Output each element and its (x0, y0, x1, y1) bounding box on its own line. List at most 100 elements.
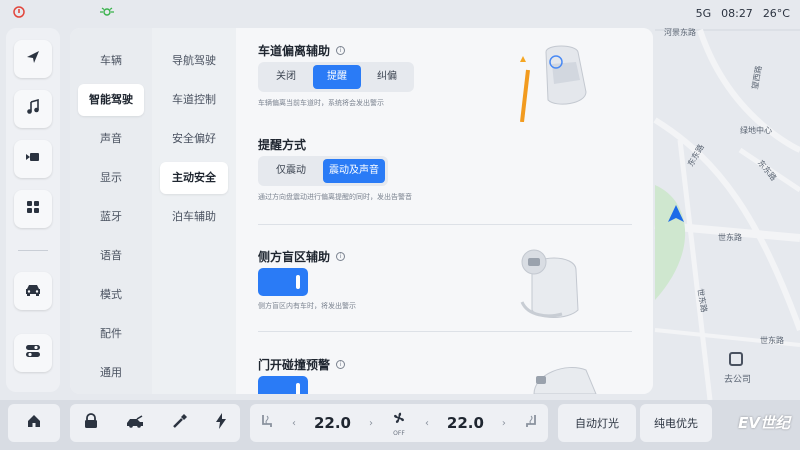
submenu-item-active-safety[interactable]: 主动安全 (160, 162, 228, 194)
map-label: 绿地中心 (740, 126, 772, 135)
vehicle-quick-controls (70, 404, 240, 442)
blind-spot-toggle[interactable] (258, 268, 308, 296)
blind-spot-header: 侧方盲区辅助 i (258, 248, 346, 265)
bottom-bar: ‹ 22.0 › OFF ‹ 22.0 › 自动灯光 纯电优先 EV世纪 (0, 400, 800, 450)
right-seat-heat-icon[interactable] (524, 413, 538, 433)
light-indicator-icon (98, 5, 116, 19)
section-divider (258, 331, 632, 332)
menu-item-display[interactable]: 显示 (78, 162, 144, 194)
apps-icon (25, 199, 41, 219)
map-label: 河景东路 (664, 28, 696, 37)
alert-mode-header: 提醒方式 (258, 136, 306, 153)
blind-spot-title: 侧方盲区辅助 (258, 250, 331, 264)
warning-icon (10, 5, 28, 19)
alert-mode-option-vibrate[interactable]: 仅震动 (261, 159, 321, 183)
menu-item-vehicle[interactable]: 车辆 (78, 45, 144, 77)
lane-assist-option-off[interactable]: 关闭 (261, 65, 311, 89)
lane-assist-option-correct[interactable]: 纠偏 (363, 65, 411, 89)
door-warning-title: 门开碰撞预警 (258, 358, 331, 372)
right-temperature-value: 22.0 (446, 414, 484, 432)
car-icon (24, 282, 42, 301)
navigation-icon (25, 49, 41, 69)
video-icon (25, 149, 41, 169)
secondary-menu: 导航驾驶 车道控制 安全偏好 主动安全 泊车辅助 (152, 28, 236, 394)
fan-status: OFF (393, 429, 405, 437)
ev-priority-label: 纯电优先 (654, 417, 698, 430)
clock: 08:27 (721, 7, 753, 20)
lane-assist-header: 车道偏离辅助 i (258, 42, 346, 59)
door-warning-header: 门开碰撞预警 i (258, 356, 346, 373)
lane-assist-segmented: 关闭 提醒 纠偏 (258, 62, 414, 92)
toggle-knob (296, 383, 300, 394)
menu-item-bluetooth[interactable]: 蓝牙 (78, 201, 144, 233)
climate-controls: ‹ 22.0 › OFF ‹ 22.0 › (250, 404, 548, 442)
blind-spot-desc: 侧方盲区内有车时，将发出警示 (258, 302, 356, 310)
alert-mode-desc: 通过方向盘震动进行偏离提醒的同时，发出告警音 (258, 193, 412, 201)
ev-priority-button[interactable]: 纯电优先 (640, 404, 712, 442)
charging-icon[interactable] (215, 413, 227, 433)
settings-button[interactable] (14, 334, 52, 372)
info-icon[interactable]: i (336, 252, 346, 261)
map-label: 去公司 (724, 375, 752, 385)
menu-item-mode[interactable]: 模式 (78, 279, 144, 311)
info-icon[interactable]: i (336, 46, 346, 55)
left-temperature[interactable]: 22.0 (314, 414, 351, 432)
menu-item-smart-driving[interactable]: 智能驾驶 (78, 84, 144, 116)
lane-assist-option-alert[interactable]: 提醒 (313, 65, 361, 89)
settings-toggle-icon (25, 343, 41, 363)
fan-control[interactable]: OFF (391, 410, 407, 437)
music-button[interactable] (14, 90, 52, 128)
menu-item-accessories[interactable]: 配件 (78, 318, 144, 350)
auto-light-label: 自动灯光 (575, 417, 619, 430)
left-temp-down-icon[interactable]: ‹ (292, 418, 296, 429)
navigation-button[interactable] (14, 40, 52, 78)
blind-spot-illustration (518, 240, 598, 320)
right-temp-down-icon[interactable]: ‹ (425, 418, 429, 429)
car-button[interactable] (14, 272, 52, 310)
section-divider (258, 224, 632, 225)
fuel-icon[interactable] (172, 413, 188, 433)
submenu-item-nav-driving[interactable]: 导航驾驶 (160, 45, 228, 77)
alert-mode-title: 提醒方式 (258, 138, 307, 152)
home-icon (26, 413, 42, 433)
home-button[interactable] (8, 404, 60, 442)
menu-item-general[interactable]: 通用 (78, 357, 144, 389)
lock-icon[interactable] (84, 413, 98, 433)
submenu-item-safety-pref[interactable]: 安全偏好 (160, 123, 228, 155)
left-seat-heat-icon[interactable] (260, 413, 274, 433)
trunk-icon[interactable] (125, 414, 145, 433)
location-pin-icon[interactable] (729, 352, 743, 366)
left-temp-up-icon[interactable]: › (369, 418, 373, 429)
alert-mode-option-vibrate-sound[interactable]: 震动及声音 (323, 159, 385, 183)
door-warning-illustration (526, 354, 606, 394)
fan-icon (391, 410, 407, 430)
video-button[interactable] (14, 140, 52, 178)
lane-assist-title: 车道偏离辅助 (258, 44, 331, 58)
music-icon (25, 98, 41, 119)
dock-divider (18, 250, 48, 251)
watermark: EV世纪 (738, 414, 790, 432)
door-warning-toggle[interactable] (258, 376, 308, 394)
lane-departure-illustration (516, 42, 616, 123)
submenu-item-parking-assist[interactable]: 泊车辅助 (160, 201, 228, 233)
settings-panel: 车辆 智能驾驶 声音 显示 蓝牙 语音 模式 配件 通用 导航驾驶 车道控制 安… (70, 28, 653, 394)
alert-mode-segmented: 仅震动 震动及声音 (258, 156, 388, 186)
right-temperature[interactable]: 22.0 (447, 414, 484, 432)
left-dock (6, 28, 60, 392)
info-icon[interactable]: i (336, 360, 346, 369)
map-label: 世东路 (718, 233, 742, 242)
submenu-item-lane-control[interactable]: 车道控制 (160, 84, 228, 116)
map-label: 世东路 (760, 336, 784, 345)
left-temperature-value: 22.0 (313, 414, 351, 432)
apps-button[interactable] (14, 190, 52, 228)
menu-item-sound[interactable]: 声音 (78, 123, 144, 155)
network-indicator: 5G (695, 7, 712, 20)
primary-menu: 车辆 智能驾驶 声音 显示 蓝牙 语音 模式 配件 通用 (70, 28, 152, 394)
settings-content: 车道偏离辅助 i 关闭 提醒 纠偏 车辆偏离当前车道时，系统将会发出警示 提醒方… (236, 28, 653, 394)
lane-assist-desc: 车辆偏离当前车道时，系统将会发出警示 (258, 99, 384, 107)
menu-item-voice[interactable]: 语音 (78, 240, 144, 272)
right-temp-up-icon[interactable]: › (502, 418, 506, 429)
status-bar: 5G 08:27 26°C (0, 0, 800, 28)
outside-temperature: 26°C (762, 7, 790, 20)
auto-light-button[interactable]: 自动灯光 (558, 404, 636, 442)
